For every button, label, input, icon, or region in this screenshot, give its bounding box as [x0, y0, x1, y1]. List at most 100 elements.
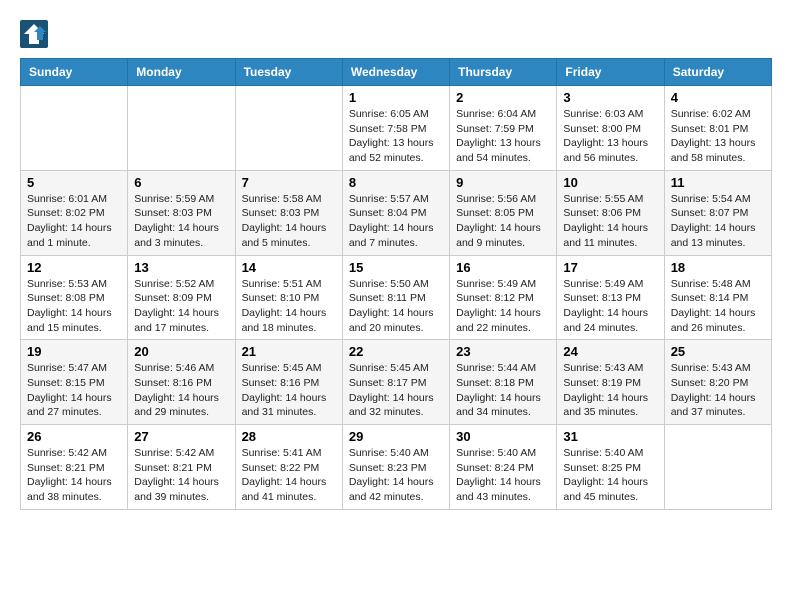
calendar-cell: 8 Sunrise: 5:57 AM Sunset: 8:04 PM Dayli…: [342, 170, 449, 255]
week-row-3: 19 Sunrise: 5:47 AM Sunset: 8:15 PM Dayl…: [21, 340, 772, 425]
logo-icon: [20, 20, 48, 48]
week-row-4: 26 Sunrise: 5:42 AM Sunset: 8:21 PM Dayl…: [21, 425, 772, 510]
daylight-text: Daylight: 14 hours and 39 minutes.: [134, 475, 228, 504]
daylight-text: Daylight: 14 hours and 34 minutes.: [456, 391, 550, 420]
calendar-cell: 26 Sunrise: 5:42 AM Sunset: 8:21 PM Dayl…: [21, 425, 128, 510]
sunset-text: Sunset: 8:16 PM: [134, 376, 228, 391]
day-info: Sunrise: 5:40 AM Sunset: 8:24 PM Dayligh…: [456, 446, 550, 505]
day-info: Sunrise: 5:52 AM Sunset: 8:09 PM Dayligh…: [134, 277, 228, 336]
sunset-text: Sunset: 8:10 PM: [242, 291, 336, 306]
sunrise-text: Sunrise: 5:47 AM: [27, 361, 121, 376]
daylight-text: Daylight: 14 hours and 24 minutes.: [563, 306, 657, 335]
day-number: 7: [242, 175, 336, 190]
daylight-text: Daylight: 14 hours and 43 minutes.: [456, 475, 550, 504]
sunset-text: Sunset: 8:20 PM: [671, 376, 765, 391]
calendar-cell: 9 Sunrise: 5:56 AM Sunset: 8:05 PM Dayli…: [450, 170, 557, 255]
day-info: Sunrise: 5:50 AM Sunset: 8:11 PM Dayligh…: [349, 277, 443, 336]
calendar-cell: 30 Sunrise: 5:40 AM Sunset: 8:24 PM Dayl…: [450, 425, 557, 510]
day-number: 8: [349, 175, 443, 190]
day-info: Sunrise: 5:55 AM Sunset: 8:06 PM Dayligh…: [563, 192, 657, 251]
day-info: Sunrise: 5:45 AM Sunset: 8:16 PM Dayligh…: [242, 361, 336, 420]
calendar-body: 1 Sunrise: 6:05 AM Sunset: 7:58 PM Dayli…: [21, 86, 772, 510]
calendar-cell: 28 Sunrise: 5:41 AM Sunset: 8:22 PM Dayl…: [235, 425, 342, 510]
day-number: 1: [349, 90, 443, 105]
calendar-cell: 27 Sunrise: 5:42 AM Sunset: 8:21 PM Dayl…: [128, 425, 235, 510]
day-number: 18: [671, 260, 765, 275]
sunrise-text: Sunrise: 5:45 AM: [349, 361, 443, 376]
day-number: 4: [671, 90, 765, 105]
day-number: 16: [456, 260, 550, 275]
daylight-text: Daylight: 13 hours and 54 minutes.: [456, 136, 550, 165]
header-cell-monday: Monday: [128, 59, 235, 86]
sunset-text: Sunset: 8:01 PM: [671, 122, 765, 137]
daylight-text: Daylight: 14 hours and 35 minutes.: [563, 391, 657, 420]
sunrise-text: Sunrise: 5:51 AM: [242, 277, 336, 292]
sunset-text: Sunset: 8:05 PM: [456, 206, 550, 221]
calendar-cell: 11 Sunrise: 5:54 AM Sunset: 8:07 PM Dayl…: [664, 170, 771, 255]
day-number: 30: [456, 429, 550, 444]
sunrise-text: Sunrise: 5:48 AM: [671, 277, 765, 292]
calendar-cell: 7 Sunrise: 5:58 AM Sunset: 8:03 PM Dayli…: [235, 170, 342, 255]
calendar-cell: 3 Sunrise: 6:03 AM Sunset: 8:00 PM Dayli…: [557, 86, 664, 171]
calendar-cell: 31 Sunrise: 5:40 AM Sunset: 8:25 PM Dayl…: [557, 425, 664, 510]
sunrise-text: Sunrise: 5:52 AM: [134, 277, 228, 292]
sunset-text: Sunset: 8:06 PM: [563, 206, 657, 221]
day-info: Sunrise: 5:48 AM Sunset: 8:14 PM Dayligh…: [671, 277, 765, 336]
day-number: 21: [242, 344, 336, 359]
calendar-cell: 12 Sunrise: 5:53 AM Sunset: 8:08 PM Dayl…: [21, 255, 128, 340]
day-info: Sunrise: 5:43 AM Sunset: 8:19 PM Dayligh…: [563, 361, 657, 420]
sunset-text: Sunset: 8:03 PM: [134, 206, 228, 221]
daylight-text: Daylight: 14 hours and 41 minutes.: [242, 475, 336, 504]
daylight-text: Daylight: 14 hours and 37 minutes.: [671, 391, 765, 420]
sunrise-text: Sunrise: 6:04 AM: [456, 107, 550, 122]
day-info: Sunrise: 6:01 AM Sunset: 8:02 PM Dayligh…: [27, 192, 121, 251]
day-number: 29: [349, 429, 443, 444]
sunrise-text: Sunrise: 5:40 AM: [456, 446, 550, 461]
header-cell-sunday: Sunday: [21, 59, 128, 86]
day-info: Sunrise: 5:49 AM Sunset: 8:13 PM Dayligh…: [563, 277, 657, 336]
daylight-text: Daylight: 14 hours and 42 minutes.: [349, 475, 443, 504]
sunset-text: Sunset: 8:11 PM: [349, 291, 443, 306]
sunrise-text: Sunrise: 5:56 AM: [456, 192, 550, 207]
day-info: Sunrise: 6:05 AM Sunset: 7:58 PM Dayligh…: [349, 107, 443, 166]
daylight-text: Daylight: 13 hours and 52 minutes.: [349, 136, 443, 165]
sunrise-text: Sunrise: 6:03 AM: [563, 107, 657, 122]
day-number: 20: [134, 344, 228, 359]
sunrise-text: Sunrise: 6:02 AM: [671, 107, 765, 122]
day-info: Sunrise: 5:59 AM Sunset: 8:03 PM Dayligh…: [134, 192, 228, 251]
sunset-text: Sunset: 8:16 PM: [242, 376, 336, 391]
sunrise-text: Sunrise: 5:49 AM: [456, 277, 550, 292]
daylight-text: Daylight: 13 hours and 58 minutes.: [671, 136, 765, 165]
sunset-text: Sunset: 8:21 PM: [27, 461, 121, 476]
daylight-text: Daylight: 14 hours and 27 minutes.: [27, 391, 121, 420]
sunset-text: Sunset: 8:09 PM: [134, 291, 228, 306]
day-info: Sunrise: 5:53 AM Sunset: 8:08 PM Dayligh…: [27, 277, 121, 336]
sunset-text: Sunset: 8:24 PM: [456, 461, 550, 476]
logo: [20, 20, 50, 48]
day-number: 15: [349, 260, 443, 275]
calendar-header: SundayMondayTuesdayWednesdayThursdayFrid…: [21, 59, 772, 86]
day-info: Sunrise: 5:57 AM Sunset: 8:04 PM Dayligh…: [349, 192, 443, 251]
sunset-text: Sunset: 8:07 PM: [671, 206, 765, 221]
sunset-text: Sunset: 8:12 PM: [456, 291, 550, 306]
sunset-text: Sunset: 8:25 PM: [563, 461, 657, 476]
day-info: Sunrise: 6:04 AM Sunset: 7:59 PM Dayligh…: [456, 107, 550, 166]
daylight-text: Daylight: 14 hours and 32 minutes.: [349, 391, 443, 420]
sunset-text: Sunset: 8:04 PM: [349, 206, 443, 221]
daylight-text: Daylight: 14 hours and 15 minutes.: [27, 306, 121, 335]
sunset-text: Sunset: 7:59 PM: [456, 122, 550, 137]
day-number: 23: [456, 344, 550, 359]
sunset-text: Sunset: 8:00 PM: [563, 122, 657, 137]
day-number: 11: [671, 175, 765, 190]
day-info: Sunrise: 5:47 AM Sunset: 8:15 PM Dayligh…: [27, 361, 121, 420]
sunset-text: Sunset: 8:19 PM: [563, 376, 657, 391]
day-info: Sunrise: 5:49 AM Sunset: 8:12 PM Dayligh…: [456, 277, 550, 336]
sunset-text: Sunset: 8:17 PM: [349, 376, 443, 391]
header-cell-friday: Friday: [557, 59, 664, 86]
daylight-text: Daylight: 14 hours and 11 minutes.: [563, 221, 657, 250]
daylight-text: Daylight: 14 hours and 17 minutes.: [134, 306, 228, 335]
header-row: SundayMondayTuesdayWednesdayThursdayFrid…: [21, 59, 772, 86]
sunrise-text: Sunrise: 5:45 AM: [242, 361, 336, 376]
daylight-text: Daylight: 14 hours and 20 minutes.: [349, 306, 443, 335]
sunrise-text: Sunrise: 5:43 AM: [671, 361, 765, 376]
